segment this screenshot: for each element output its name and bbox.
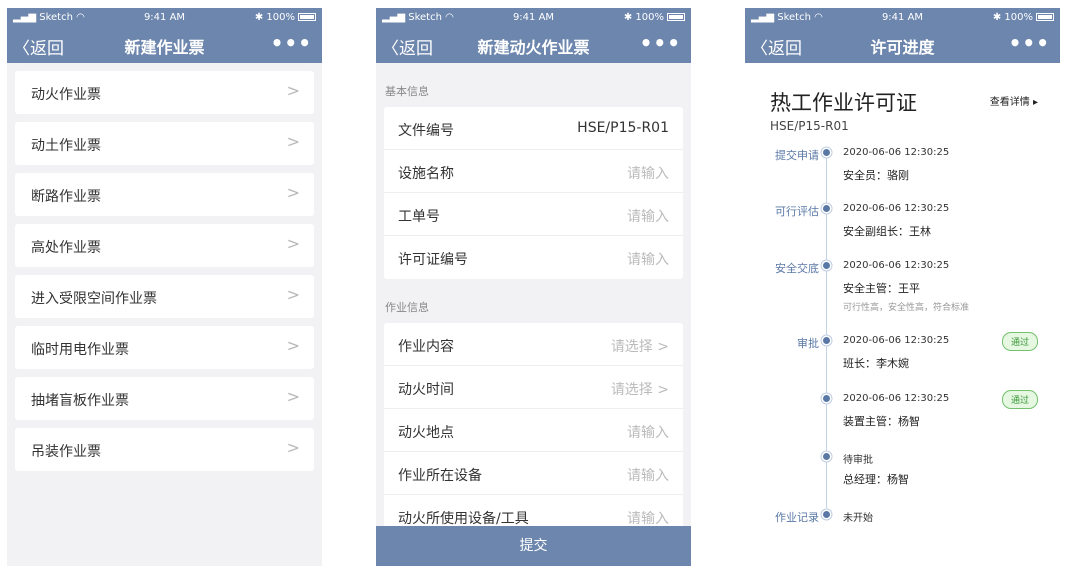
submit-button[interactable]: 提交 [376,526,691,566]
chevron-right-icon: > [286,438,300,457]
timeline-dot-icon [823,511,830,518]
work-equipment-field[interactable]: 作业所在设备 请输入 [384,452,683,495]
file-number-field[interactable]: 文件编号 HSE/P15-R01 [384,107,683,150]
screen-new-hot-work-ticket: ▂▄▆ Sketch ◠ 9:41 AM ✱ 100% 〈返回 新建动火作业票 … [376,8,691,566]
timeline-dot-icon [823,262,830,269]
more-button[interactable]: ••• [271,31,312,55]
timeline-dot-icon [823,205,830,212]
progress-timeline: 提交申请 2020-06-06 12:30:25 安全员：骆刚 可行评估 202… [745,133,1060,566]
ticket-type-list: 动火作业票 > 动土作业票 > 断路作业票 > 高处作业票 > 进入受限空间作业票 > 临… [7,63,322,471]
timeline-dot-icon [823,453,830,460]
timeline-dot-icon [823,337,830,344]
view-details-link[interactable]: 查看详情 ▸ [990,93,1038,108]
header: ▂▄▆ Sketch ◠ 9:41 AM ✱ 100% 〈返回 新建作业票 ••… [7,8,322,63]
permit-header: 热工作业许可证 查看详情 ▸ HSE/P15-R01 [745,63,1060,133]
chevron-left-icon: 〈 [382,39,399,59]
work-content-select[interactable]: 作业内容 请选择 > [384,323,683,366]
back-button[interactable]: 〈返回 [382,34,433,59]
list-item[interactable]: 进入受限空间作业票 > [15,275,314,318]
permit-title: 热工作业许可证 [770,91,917,115]
list-item[interactable]: 吊装作业票 > [15,428,314,471]
header: ▂▄▆ Sketch ◠ 9:41 AM ✱ 100% 〈返回 新建动火作业票 … [376,8,691,63]
chevron-left-icon: 〈 [751,39,768,59]
chevron-right-icon: > [286,387,300,406]
more-button[interactable]: ••• [1009,31,1050,55]
list-item[interactable]: 断路作业票 > [15,173,314,216]
nav-bar: 〈返回 许可进度 ••• [745,28,1060,63]
basic-info-group: 文件编号 HSE/P15-R01 设施名称 请输入 工单号 请输入 许可证编号 请输入 [384,107,683,279]
battery-status: ✱ 100% [993,12,1054,23]
work-order-field[interactable]: 工单号 请输入 [384,193,683,236]
status-bar: ▂▄▆ Sketch ◠ 9:41 AM ✱ 100% [376,8,691,28]
work-info-group: 作业内容 请选择 > 动火时间 请选择 > 动火地点 请输入 作业所在设备 请输入 动火… [384,323,683,538]
screen-new-ticket: ▂▄▆ Sketch ◠ 9:41 AM ✱ 100% 〈返回 新建作业票 ••… [7,8,322,566]
list-item[interactable]: 动土作业票 > [15,122,314,165]
list-item[interactable]: 高处作业票 > [15,224,314,267]
status-badge: 通过 [1001,332,1038,351]
battery-icon [298,13,316,21]
permit-code: HSE/P15-R01 [770,119,849,133]
chevron-right-icon: > [286,132,300,151]
hot-work-time-select[interactable]: 动火时间 请选择 > [384,366,683,409]
section-title-work: 作业信息 [385,301,429,314]
timeline-dot-icon [823,395,830,402]
chevron-right-icon: > [286,285,300,304]
screen-permit-progress: ▂▄▆ Sketch ◠ 9:41 AM ✱ 100% 〈返回 许可进度 •••… [745,8,1060,566]
battery-status: ✱ 100% [624,12,685,23]
timeline-dot-icon [823,149,830,156]
list-item[interactable]: 抽堵盲板作业票 > [15,377,314,420]
nav-bar: 〈返回 新建作业票 ••• [7,28,322,63]
header: ▂▄▆ Sketch ◠ 9:41 AM ✱ 100% 〈返回 许可进度 ••• [745,8,1060,63]
section-title-basic: 基本信息 [385,85,429,98]
chevron-left-icon: 〈 [13,39,30,59]
status-badge: 通过 [1001,390,1038,409]
chevron-right-icon: > [286,81,300,100]
permit-number-field[interactable]: 许可证编号 请输入 [384,236,683,279]
list-item[interactable]: 动火作业票 > [15,71,314,114]
battery-icon [667,13,685,21]
status-bar: ▂▄▆ Sketch ◠ 9:41 AM ✱ 100% [745,8,1060,28]
more-button[interactable]: ••• [640,31,681,55]
nav-bar: 〈返回 新建动火作业票 ••• [376,28,691,63]
back-button[interactable]: 〈返回 [751,34,802,59]
battery-icon [1036,13,1054,21]
status-bar: ▂▄▆ Sketch ◠ 9:41 AM ✱ 100% [7,8,322,28]
back-button[interactable]: 〈返回 [13,34,64,59]
chevron-right-icon: > [286,234,300,253]
chevron-right-icon: > [286,336,300,355]
chevron-right-icon: > [286,183,300,202]
hot-work-location-field[interactable]: 动火地点 请输入 [384,409,683,452]
battery-status: ✱ 100% [255,12,316,23]
facility-name-field[interactable]: 设施名称 请输入 [384,150,683,193]
list-item[interactable]: 临时用电作业票 > [15,326,314,369]
